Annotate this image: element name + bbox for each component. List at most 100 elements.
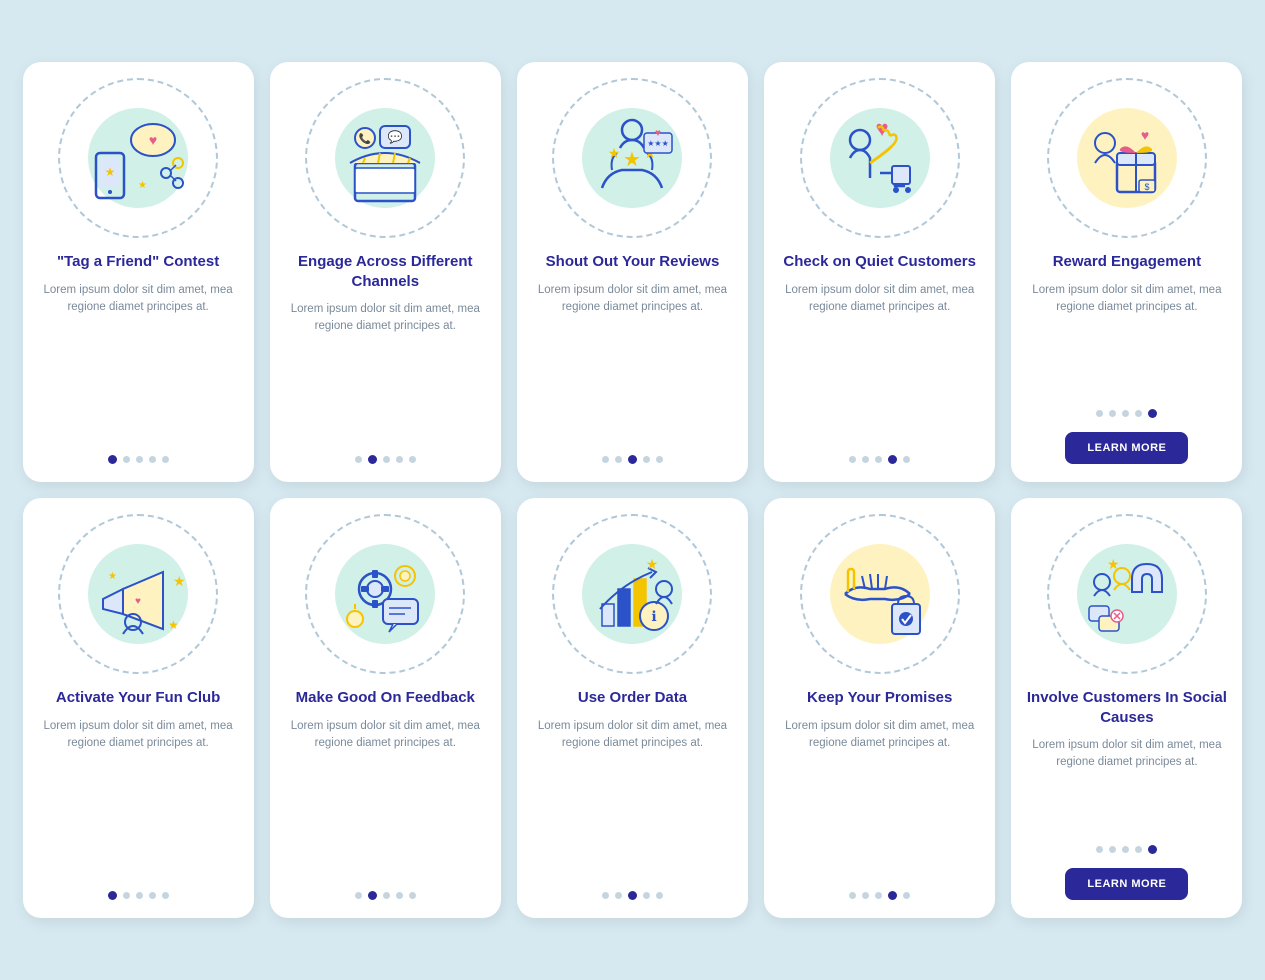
dot-4	[643, 456, 650, 463]
dot-2	[1109, 846, 1116, 853]
svg-text:★: ★	[624, 149, 642, 171]
dot-4	[1135, 410, 1142, 417]
svg-text:♥: ♥	[656, 128, 662, 139]
dot-5	[656, 892, 663, 899]
dot-4	[1135, 846, 1142, 853]
dot-3	[383, 892, 390, 899]
card-icon-use-order: ★ ℹ	[552, 514, 712, 674]
dot-2	[123, 892, 130, 899]
card-use-order: ★ ℹ Use Order Data Lorem ipsum dolor sit…	[517, 498, 748, 918]
card-icon-keep-promises	[800, 514, 960, 674]
dots-tag-friend	[108, 455, 169, 464]
dot-4	[149, 456, 156, 463]
card-title-make-good: Make Good On Feedback	[296, 688, 475, 708]
dot-3	[136, 456, 143, 463]
card-body-make-good: Lorem ipsum dolor sit dim amet, mea regi…	[284, 718, 487, 878]
dot-1	[602, 892, 609, 899]
dot-5	[656, 456, 663, 463]
card-title-keep-promises: Keep Your Promises	[807, 688, 952, 708]
card-tag-friend: ★ ♥ ★ "Tag a Friend" Contest Lorem ipsum…	[23, 62, 254, 482]
card-title-tag-friend: "Tag a Friend" Contest	[57, 252, 219, 272]
dots-shout-reviews	[602, 455, 663, 464]
card-icon-shout-reviews: ★ ★ ★ ★★★ ♥	[552, 78, 712, 238]
svg-text:★: ★	[108, 571, 117, 582]
svg-text:★: ★	[1107, 556, 1120, 572]
card-icon-activate-fun: ★ ★ ★ ♥	[58, 514, 218, 674]
dots-make-good	[355, 891, 416, 900]
card-body-reward-engagement: Lorem ipsum dolor sit dim amet, mea regi…	[1025, 282, 1228, 396]
svg-text:★: ★	[105, 165, 116, 179]
dot-3	[136, 892, 143, 899]
svg-text:♥: ♥	[149, 132, 157, 148]
card-title-shout-reviews: Shout Out Your Reviews	[546, 252, 720, 272]
card-body-keep-promises: Lorem ipsum dolor sit dim amet, mea regi…	[778, 718, 981, 878]
dot-1	[849, 456, 856, 463]
dot-3	[383, 456, 390, 463]
svg-text:★: ★	[608, 145, 621, 161]
svg-text:★: ★	[138, 180, 147, 191]
card-shout-reviews: ★ ★ ★ ★★★ ♥ Shout Out Your Reviews Lorem…	[517, 62, 748, 482]
card-quiet-customers: ♥ Check on Quiet Customers Lorem ipsum d…	[764, 62, 995, 482]
dots-use-order	[602, 891, 663, 900]
card-involve-customers: ★ Involve Customers In Social Causes Lor…	[1011, 498, 1242, 918]
dot-3	[875, 456, 882, 463]
card-title-activate-fun: Activate Your Fun Club	[56, 688, 220, 708]
card-keep-promises: Keep Your Promises Lorem ipsum dolor sit…	[764, 498, 995, 918]
svg-text:★: ★	[168, 618, 179, 632]
card-reward-engagement: ♥ $ Reward Engagement Lorem ipsum dolor …	[1011, 62, 1242, 482]
card-icon-engage-channels: 💬 📞	[305, 78, 465, 238]
card-body-tag-friend: Lorem ipsum dolor sit dim amet, mea regi…	[37, 282, 240, 442]
svg-text:★★★: ★★★	[648, 139, 670, 148]
dots-activate-fun	[108, 891, 169, 900]
dot-1	[1096, 410, 1103, 417]
card-make-good: Make Good On Feedback Lorem ipsum dolor …	[270, 498, 501, 918]
card-body-use-order: Lorem ipsum dolor sit dim amet, mea regi…	[531, 718, 734, 878]
svg-text:♥: ♥	[1141, 127, 1149, 143]
card-icon-make-good	[305, 514, 465, 674]
dot-5	[903, 892, 910, 899]
dot-1	[108, 455, 117, 464]
dot-2	[368, 891, 377, 900]
card-title-quiet-customers: Check on Quiet Customers	[783, 252, 976, 272]
dot-2	[862, 456, 869, 463]
dots-engage-channels	[355, 455, 416, 464]
card-title-engage-channels: Engage Across Different Channels	[284, 252, 487, 291]
dot-4	[888, 455, 897, 464]
dot-3	[875, 892, 882, 899]
card-title-use-order: Use Order Data	[578, 688, 687, 708]
dots-involve-customers	[1096, 845, 1157, 854]
dot-3	[1122, 846, 1129, 853]
learn-more-button-involve[interactable]: LEARN MORE	[1065, 868, 1188, 900]
dot-4	[396, 456, 403, 463]
card-body-quiet-customers: Lorem ipsum dolor sit dim amet, mea regi…	[778, 282, 981, 442]
dots-reward-engagement	[1096, 409, 1157, 418]
card-title-involve-customers: Involve Customers In Social Causes	[1025, 688, 1228, 727]
dot-4	[149, 892, 156, 899]
card-engage-channels: 💬 📞 Engage Across Different Channels Lor…	[270, 62, 501, 482]
svg-text:★: ★	[173, 573, 186, 589]
dot-3	[628, 455, 637, 464]
card-grid: ★ ♥ ★ "Tag a Friend" Contest Lorem ipsum…	[23, 62, 1243, 918]
dots-quiet-customers	[849, 455, 910, 464]
svg-text:$: $	[1144, 182, 1149, 192]
dot-5	[903, 456, 910, 463]
dot-5	[162, 892, 169, 899]
dot-3	[1122, 410, 1129, 417]
dot-1	[355, 892, 362, 899]
learn-more-button-reward[interactable]: LEARN MORE	[1065, 432, 1188, 464]
card-icon-reward-engagement: ♥ $	[1047, 78, 1207, 238]
svg-text:📞: 📞	[359, 132, 372, 145]
card-icon-involve-customers: ★	[1047, 514, 1207, 674]
dot-5	[409, 456, 416, 463]
card-icon-quiet-customers: ♥	[800, 78, 960, 238]
dot-5	[1148, 409, 1157, 418]
dot-4	[643, 892, 650, 899]
dot-2	[1109, 410, 1116, 417]
card-body-engage-channels: Lorem ipsum dolor sit dim amet, mea regi…	[284, 301, 487, 441]
dot-1	[602, 456, 609, 463]
svg-text:ℹ: ℹ	[652, 608, 657, 624]
card-body-activate-fun: Lorem ipsum dolor sit dim amet, mea regi…	[37, 718, 240, 878]
dots-keep-promises	[849, 891, 910, 900]
svg-text:💬: 💬	[388, 130, 403, 144]
card-body-shout-reviews: Lorem ipsum dolor sit dim amet, mea regi…	[531, 282, 734, 442]
